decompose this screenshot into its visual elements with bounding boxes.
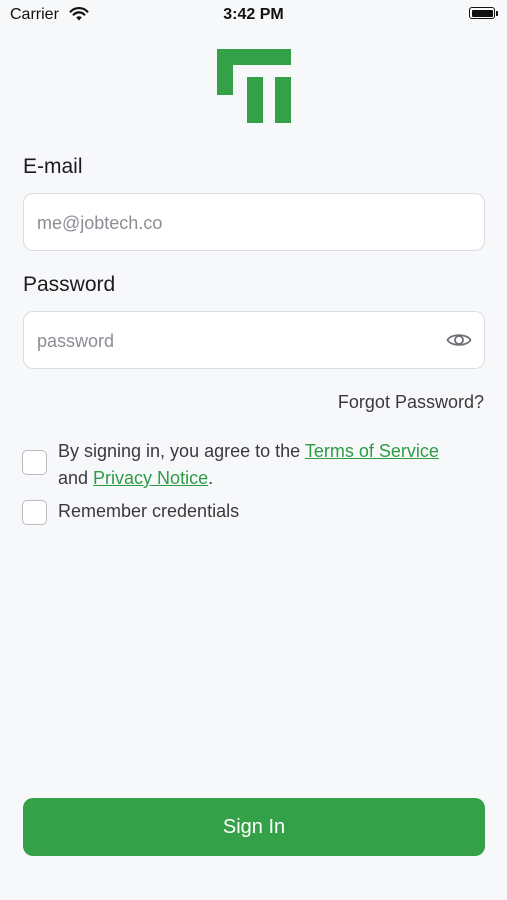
sign-in-button[interactable]: Sign In	[23, 798, 485, 856]
jobtech-logo	[217, 49, 291, 123]
consent-suffix: .	[208, 468, 214, 488]
status-bar: Carrier 3:42 PM	[0, 0, 507, 30]
remember-label: Remember credentials	[58, 501, 240, 521]
eye-icon[interactable]	[446, 329, 472, 351]
email-field[interactable]	[35, 194, 439, 252]
password-field-container[interactable]	[23, 311, 485, 370]
terms-of-service-link[interactable]: Terms of Service	[305, 441, 439, 461]
consent-and: and	[58, 468, 94, 488]
consent-checkbox[interactable]	[22, 450, 47, 475]
forgot-password-link[interactable]: Forgot Password?	[338, 392, 484, 413]
privacy-notice-link[interactable]: Privacy Notice	[93, 468, 208, 488]
sign-in-label: Sign In	[222, 815, 286, 838]
battery-icon	[469, 7, 498, 19]
password-field[interactable]	[35, 312, 439, 370]
clock: 3:42 PM	[223, 6, 284, 23]
email-field-container[interactable]	[23, 193, 485, 252]
consent-prefix: By signing in, you agree to the	[58, 441, 305, 461]
password-label: Password	[23, 273, 116, 296]
remember-checkbox[interactable]	[22, 500, 47, 525]
consent-text: By signing in, you agree to the Terms of…	[58, 438, 488, 492]
email-label: E-mail	[23, 155, 83, 178]
